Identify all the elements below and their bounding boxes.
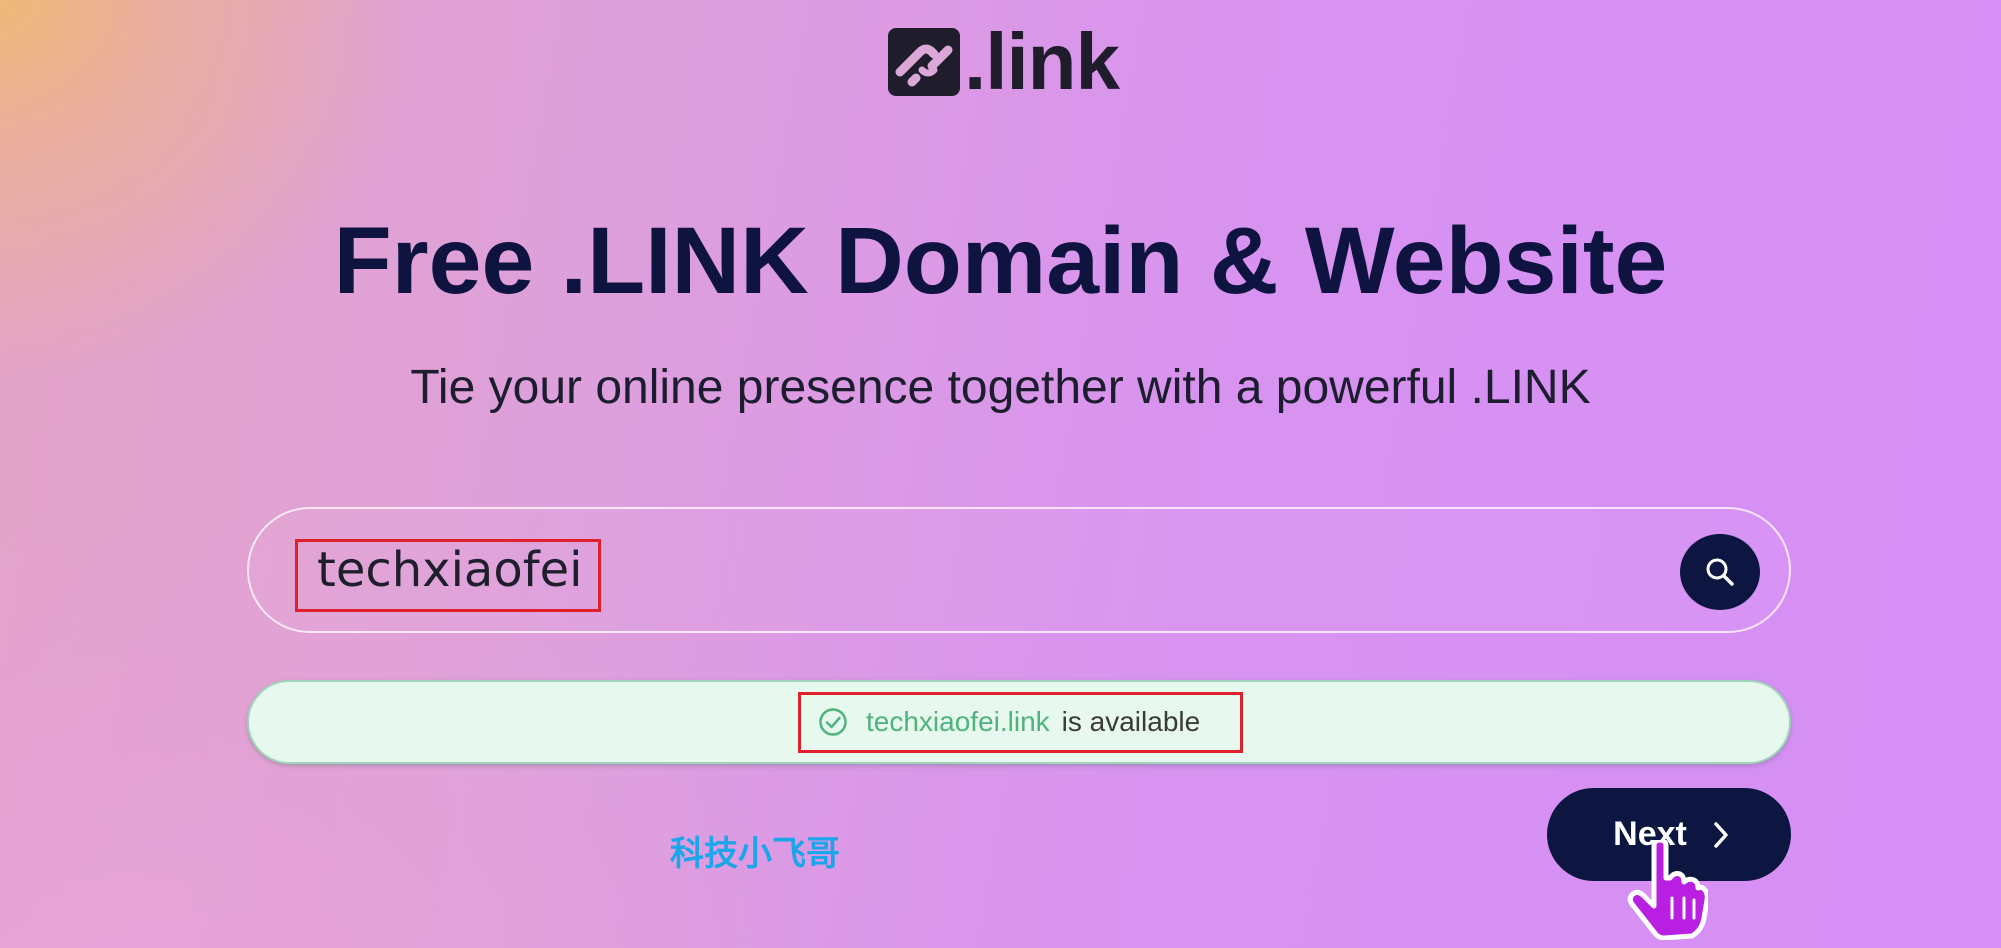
availability-status: is available	[1061, 706, 1201, 737]
brand-logo[interactable]: .link	[886, 17, 1120, 106]
chevron-right-icon	[1714, 821, 1728, 848]
page-title: Free .LINK Domain & Website	[333, 208, 1668, 314]
page-subtitle: Tie your online presence together with a…	[410, 361, 1591, 414]
domain-search-input[interactable]	[317, 535, 1517, 605]
availability-message: techxiaofei.link is available	[818, 700, 1200, 744]
logo-text: .link	[964, 17, 1120, 106]
check-circle-icon	[819, 708, 847, 736]
search-icon	[1706, 558, 1734, 586]
search-button[interactable]	[1680, 534, 1760, 610]
domain-search-bar	[247, 507, 1791, 633]
chain-link-icon	[888, 28, 960, 96]
available-domain: techxiaofei.link	[866, 706, 1050, 737]
watermark-text: 科技小飞哥	[670, 834, 840, 874]
next-button[interactable]: Next	[1547, 788, 1791, 881]
next-button-label: Next	[1613, 815, 1687, 853]
